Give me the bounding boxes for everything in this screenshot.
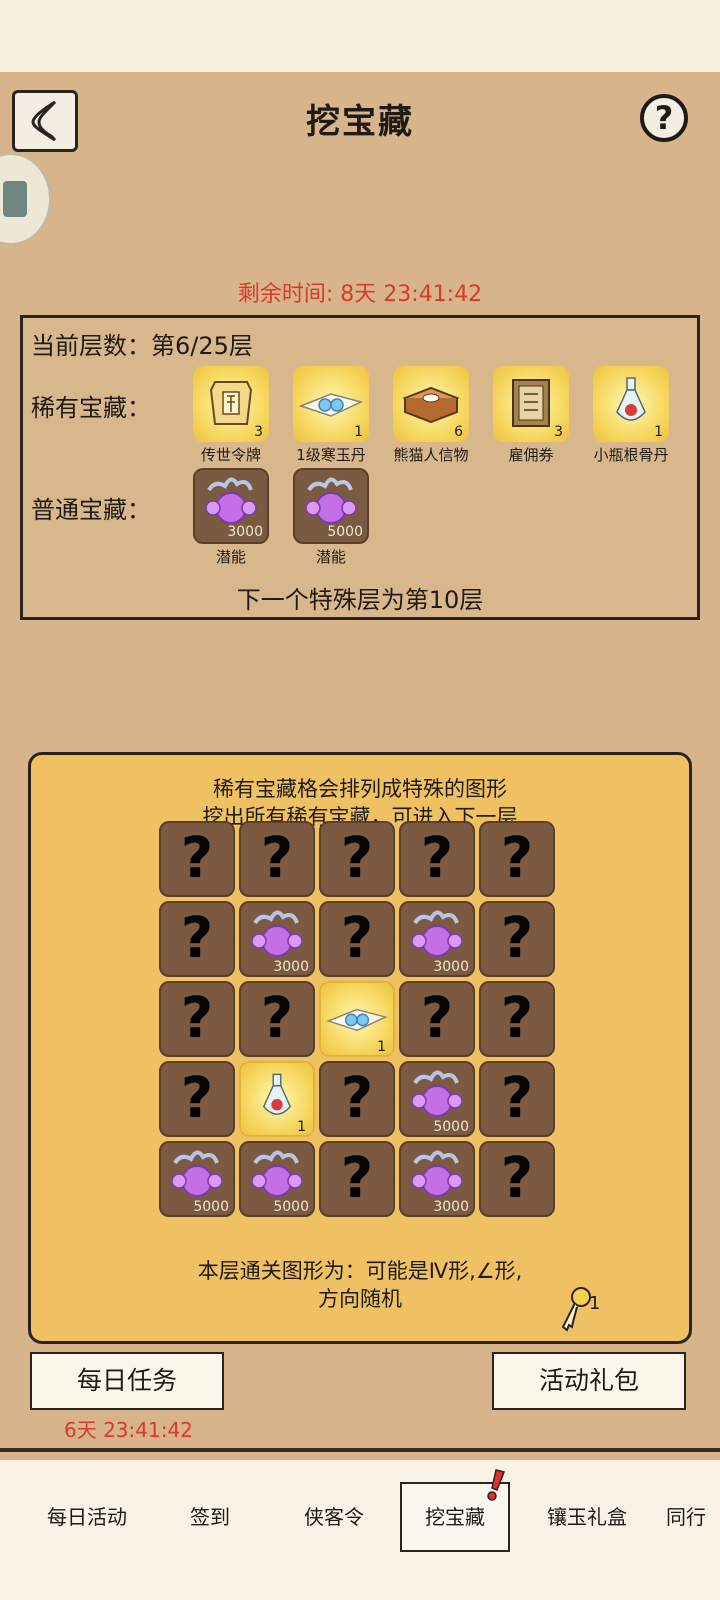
item-name: 熊猫人信物 (393, 446, 469, 464)
dig-cell-unknown[interactable]: ? (399, 981, 475, 1057)
divider (0, 1448, 720, 1452)
exclamation-alert-icon (487, 1469, 506, 1501)
dig-cell-revealed[interactable]: 1 (319, 981, 395, 1057)
dig-cell-unknown[interactable]: ? (479, 901, 555, 977)
dig-cell-unknown[interactable]: ? (319, 901, 395, 977)
bottom-nav: 每日活动 签到 侠客令 挖宝藏 镶玉礼盒 同行 (0, 1460, 720, 1600)
common-treasure-label: 普通宝藏： (31, 496, 151, 524)
item-count: 1 (354, 424, 363, 440)
tab-jade-gift-box[interactable]: 镶玉礼盒 (520, 1482, 654, 1552)
question-mark-icon: ? (500, 826, 534, 891)
item-count: 5000 (327, 524, 363, 540)
dig-cell-unknown[interactable]: ? (159, 981, 235, 1057)
question-mark-icon: ? (500, 906, 534, 971)
question-mark-icon: ? (420, 826, 454, 891)
daily-tasks-button[interactable]: 每日任务 (30, 1352, 224, 1410)
cell-count: 3000 (433, 1199, 469, 1215)
dig-cell-revealed[interactable]: 5000 (159, 1141, 235, 1217)
item-count: 3 (254, 424, 263, 440)
item-count: 1 (654, 424, 663, 440)
treasure-info-box: 当前层数：第6/25层 稀有宝藏： 普通宝藏： 3 传世令牌 1 1级寒玉丹 6… (20, 315, 700, 620)
panda-token-icon[interactable]: 6 (393, 366, 469, 442)
shape-hint-line1: 本层通关图形为：可能是Ⅳ形,∠形, (197, 1259, 523, 1283)
item-name: 潜能 (215, 548, 246, 566)
dig-cell-revealed[interactable]: 5000 (239, 1141, 315, 1217)
potion-bottle-icon[interactable]: 1 (593, 366, 669, 442)
dig-cell-unknown[interactable]: ? (159, 1061, 235, 1137)
question-mark-icon: ? (340, 826, 374, 891)
question-mark-icon: ? (260, 986, 294, 1051)
dig-cell-revealed[interactable]: 1 (239, 1061, 315, 1137)
dig-cell-unknown[interactable]: ? (399, 821, 475, 897)
key-icon (561, 1287, 591, 1332)
tab-daily-activity[interactable]: 每日活动 (20, 1482, 154, 1552)
cell-count: 3000 (433, 959, 469, 975)
event-remaining-time: 剩余时间: 8天 23:41:42 (237, 282, 483, 307)
item-name: 1级寒玉丹 (296, 446, 366, 464)
dig-key: 1 (557, 1285, 600, 1339)
question-mark-icon: ? (340, 1066, 374, 1131)
help-button[interactable]: ? (640, 94, 688, 142)
question-mark-icon: ? (180, 1066, 214, 1131)
dig-cell-unknown[interactable]: ? (239, 821, 315, 897)
next-special-floor: 下一个特殊层为第10层 (236, 586, 484, 614)
item-count: 6 (454, 424, 463, 440)
question-mark-icon: ? (180, 826, 214, 891)
dig-cell-unknown[interactable]: ? (159, 901, 235, 977)
question-mark-icon: ? (180, 906, 214, 971)
question-mark-icon: ? (260, 826, 294, 891)
item-name: 传世令牌 (200, 446, 261, 464)
status-strip (0, 0, 720, 72)
cell-count: 1 (377, 1039, 386, 1055)
page-title: 挖宝藏 (306, 102, 414, 142)
dig-cell-unknown[interactable]: ? (239, 981, 315, 1057)
dig-cell-unknown[interactable]: ? (479, 981, 555, 1057)
tab-companion[interactable]: 同行 (656, 1482, 716, 1552)
question-mark-icon: ? (500, 1146, 534, 1211)
question-mark-icon: ? (340, 1146, 374, 1211)
key-count: 1 (589, 1293, 601, 1314)
dig-cell-unknown[interactable]: ? (319, 1061, 395, 1137)
item-name: 小瓶根骨丹 (593, 446, 669, 464)
question-mark-icon: ? (180, 986, 214, 1051)
daily-tasks-timer: 6天 23:41:42 (64, 1418, 193, 1442)
tab-sign-in[interactable]: 签到 (160, 1482, 260, 1552)
potential-orb-icon[interactable]: 3000 (193, 468, 269, 544)
item-count: 3000 (227, 524, 263, 540)
token-plaque-icon[interactable]: 3 (193, 366, 269, 442)
header: 挖宝藏 ? (0, 72, 720, 168)
cell-count: 5000 (273, 1199, 309, 1215)
dig-cell-unknown[interactable]: ? (479, 1141, 555, 1217)
item-count: 3 (554, 424, 563, 440)
cell-count: 3000 (273, 959, 309, 975)
dig-cell-unknown[interactable]: ? (479, 821, 555, 897)
dig-board-panel: 稀有宝藏格会排列成特殊的图形 挖出所有稀有宝藏，可进入下一层 ?????? 300… (28, 752, 692, 1344)
event-badge-icon (3, 181, 27, 217)
cell-count: 5000 (433, 1119, 469, 1135)
dig-cell-unknown[interactable]: ? (159, 821, 235, 897)
question-mark-icon: ? (420, 986, 454, 1051)
current-floor: 当前层数：第6/25层 (31, 332, 253, 360)
dig-cell-revealed[interactable]: 3000 (239, 901, 315, 977)
question-mark-icon: ? (500, 986, 534, 1051)
potential-orb-icon[interactable]: 5000 (293, 468, 369, 544)
dig-cell-unknown[interactable]: ? (479, 1061, 555, 1137)
question-mark-icon: ? (340, 906, 374, 971)
dig-cell-unknown[interactable]: ? (319, 1141, 395, 1217)
cell-count: 1 (297, 1119, 306, 1135)
dig-cell-revealed[interactable]: 3000 (399, 1141, 475, 1217)
hire-ticket-icon[interactable]: 3 (493, 366, 569, 442)
dig-cell-unknown[interactable]: ? (319, 821, 395, 897)
item-name: 潜能 (315, 548, 346, 566)
cell-count: 5000 (193, 1199, 229, 1215)
question-mark-icon: ? (500, 1066, 534, 1131)
item-name: 雇佣券 (508, 446, 554, 464)
rare-treasure-label: 稀有宝藏： (31, 394, 151, 422)
board-hint-line1: 稀有宝藏格会排列成特殊的图形 (213, 777, 507, 801)
gift-pack-button[interactable]: 活动礼包 (492, 1352, 686, 1410)
tab-hero-pass[interactable]: 侠客令 (270, 1482, 398, 1552)
dig-cell-revealed[interactable]: 5000 (399, 1061, 475, 1137)
jade-pill-icon[interactable]: 1 (293, 366, 369, 442)
dig-cell-revealed[interactable]: 3000 (399, 901, 475, 977)
